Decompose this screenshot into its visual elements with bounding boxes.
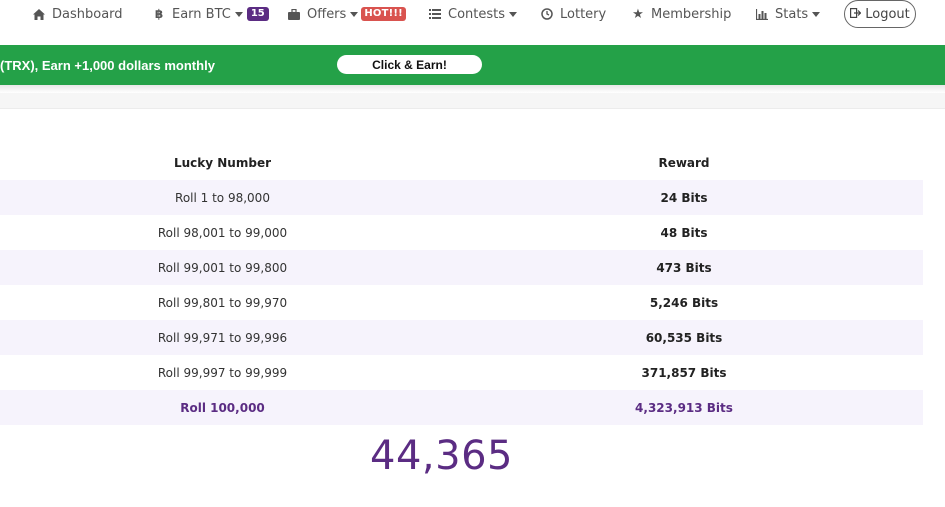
lucky-number-header: Lucky Number [173, 155, 272, 170]
lucky-number-cell: Roll 99,997 to 99,999 [157, 365, 288, 380]
reward-header: Reward [658, 155, 710, 170]
nav-contests-label: Contests [448, 6, 506, 22]
jackpot-row: Roll 100,000 4,323,913 Bits [0, 390, 923, 425]
nav-dashboard[interactable]: Dashboard [32, 0, 123, 28]
nav-earn-btc[interactable]: ฿ Earn BTC 15 [152, 0, 269, 28]
table-row: Roll 99,801 to 99,970 5,246 Bits [0, 285, 923, 320]
clock-icon [540, 7, 554, 21]
nav-dashboard-label: Dashboard [52, 6, 123, 22]
table-row: Roll 99,971 to 99,996 60,535 Bits [0, 320, 923, 355]
table-header-row: Lucky Number Reward [0, 145, 923, 180]
nav-contests[interactable]: Contests [428, 0, 518, 28]
logout-button[interactable]: Logout [844, 0, 916, 28]
table-row: Roll 1 to 98,000 24 Bits [0, 180, 923, 215]
nav-offers-label: Offers [307, 6, 347, 22]
table-row: Roll 98,001 to 99,000 48 Bits [0, 215, 923, 250]
nav-offers[interactable]: Offers HOT!!! [287, 0, 406, 28]
banner-shadow [0, 85, 945, 93]
nav-earn-btc-label: Earn BTC [172, 6, 231, 22]
lucky-number-cell: Roll 99,971 to 99,996 [0, 320, 445, 355]
nav-stats[interactable]: Stats [755, 0, 821, 28]
reward-cell: 4,323,913 Bits [445, 390, 923, 425]
chevron-down-icon [509, 12, 518, 17]
bitcoin-icon: ฿ [154, 7, 164, 21]
content-divider-strip [0, 93, 945, 109]
lucky-number-cell: Roll 98,001 to 99,000 [157, 225, 288, 240]
lucky-number-cell: Roll 1 to 98,000 [0, 180, 445, 215]
reward-cell: 24 Bits [445, 180, 923, 215]
logout-label: Logout [865, 6, 910, 22]
promo-banner: (TRX), Earn +1,000 dollars monthly Click… [0, 45, 945, 85]
reward-cell: 473 Bits [445, 250, 923, 285]
promo-text: (TRX), Earn +1,000 dollars monthly [0, 58, 215, 73]
reward-cell: 48 Bits [660, 225, 708, 240]
bar-chart-icon [755, 7, 769, 21]
chevron-down-icon [350, 12, 359, 17]
lucky-number-cell: Roll 100,000 [0, 390, 445, 425]
nav-stats-label: Stats [775, 6, 809, 22]
table-row: Roll 99,997 to 99,999 371,857 Bits [0, 355, 923, 390]
sign-out-icon [850, 7, 862, 21]
reward-cell: 60,535 Bits [445, 320, 923, 355]
nav-membership-label: Membership [651, 6, 732, 22]
hot-badge: HOT!!! [361, 7, 406, 21]
chevron-down-icon [812, 12, 821, 17]
reward-cell: 5,246 Bits [649, 295, 719, 310]
top-navigation: Dashboard ฿ Earn BTC 15 Offers HOT!!! Co… [0, 0, 945, 44]
table-row: Roll 99,001 to 99,800 473 Bits [0, 250, 923, 285]
lucky-number-cell: Roll 99,001 to 99,800 [0, 250, 445, 285]
lucky-number-cell: Roll 99,801 to 99,970 [157, 295, 288, 310]
nav-lottery-label: Lottery [560, 6, 607, 22]
nav-membership[interactable]: ★ Membership [631, 0, 731, 28]
click-and-earn-button[interactable]: Click & Earn! [337, 55, 482, 74]
nav-lottery[interactable]: Lottery [540, 0, 606, 28]
chevron-down-icon [234, 12, 243, 17]
star-icon: ★ [632, 6, 644, 22]
earn-btc-count-badge: 15 [246, 7, 269, 21]
home-icon [32, 7, 46, 21]
reward-cell: 371,857 Bits [641, 365, 727, 380]
rewards-table: Lucky Number Reward Roll 1 to 98,000 24 … [0, 145, 923, 425]
briefcase-icon [287, 7, 301, 21]
list-icon [428, 7, 442, 21]
roll-result-number: 44,365 [370, 433, 513, 479]
